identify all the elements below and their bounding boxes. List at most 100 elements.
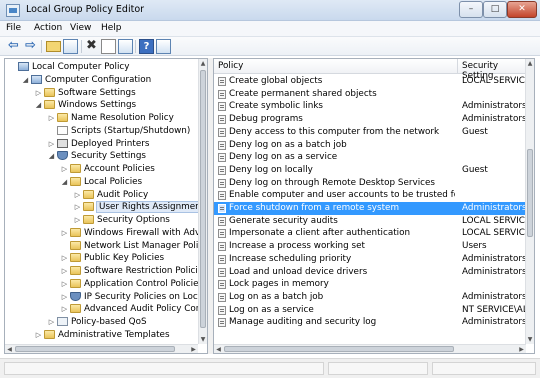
menu-view[interactable]: View (70, 23, 91, 33)
scroll-thumb[interactable] (527, 149, 533, 237)
list-vertical-scrollbar[interactable]: ▲ ▼ (525, 59, 534, 344)
properties-icon[interactable] (101, 39, 116, 54)
expander-arrow-icon[interactable]: ▷ (47, 316, 56, 328)
menu-action[interactable]: Action (34, 23, 62, 33)
expander-arrow-icon[interactable]: ▷ (60, 291, 69, 303)
tree-node[interactable]: ▷ Policy-based QoS (47, 316, 147, 329)
tree-node[interactable]: ▷ Security Options (73, 214, 170, 227)
expander-arrow-icon[interactable]: ▷ (60, 265, 69, 277)
export-list-icon[interactable] (118, 39, 133, 54)
policy-list[interactable]: Policy Security Setting Create global ob… (213, 58, 535, 354)
show-hide-action-pane-icon[interactable] (156, 39, 171, 54)
tree-horizontal-scrollbar[interactable]: ◀ ▶ (5, 344, 198, 353)
minimize-button[interactable]: – (459, 1, 483, 18)
tree-node[interactable]: Local Computer Policy (8, 61, 129, 74)
tree-node[interactable]: ◢ Security Settings (47, 150, 146, 163)
menu-file[interactable]: File (6, 23, 21, 33)
policy-row[interactable]: Create permanent shared objects (214, 88, 526, 101)
tree-node[interactable]: ▷ Software Restriction Policies (60, 265, 207, 278)
expander-arrow-icon[interactable]: ▷ (60, 163, 69, 175)
tree-node[interactable]: ▷ Public Key Policies (60, 252, 164, 265)
tree-node[interactable]: ◢ Computer Configuration (21, 74, 151, 87)
maximize-button[interactable]: □ (483, 1, 507, 18)
scroll-right-icon[interactable]: ▶ (189, 345, 198, 353)
close-button[interactable]: ✕ (507, 1, 537, 18)
tree-node[interactable]: ▷ Windows Firewall with Advance (60, 227, 207, 240)
scroll-right-icon[interactable]: ▶ (517, 345, 526, 353)
policy-row[interactable]: Load and unload device drivers Administra… (214, 266, 526, 279)
policy-row[interactable]: Create symbolic links Administrators (214, 100, 526, 113)
expander-arrow-icon[interactable]: ▷ (34, 87, 43, 99)
show-hide-tree-icon[interactable] (63, 39, 78, 54)
help-icon[interactable]: ? (139, 39, 154, 54)
expander-arrow-icon[interactable]: ▷ (73, 189, 82, 201)
expander-arrow-icon[interactable]: ▷ (47, 112, 56, 124)
scroll-up-icon[interactable]: ▲ (526, 59, 534, 68)
tree-node[interactable]: ▷ Advanced Audit Policy Configu (60, 303, 207, 316)
policy-row[interactable]: Increase scheduling priority Administrato… (214, 253, 526, 266)
security-setting-value: Administrators (462, 101, 526, 112)
policy-row[interactable]: Force shutdown from a remote system Admin… (214, 202, 526, 215)
scroll-up-icon[interactable]: ▲ (199, 59, 207, 68)
expander-arrow-icon[interactable]: ▷ (60, 252, 69, 264)
scroll-left-icon[interactable]: ◀ (214, 345, 223, 353)
policy-row[interactable]: Deny log on as a batch job (214, 139, 526, 152)
expander-arrow-icon[interactable]: ▷ (60, 303, 69, 315)
expander-arrow-icon[interactable]: ▷ (47, 138, 56, 150)
tree-vertical-scrollbar[interactable]: ▲ ▼ (198, 59, 207, 344)
policy-row[interactable]: Deny log on through Remote Desktop Servi… (214, 177, 526, 190)
column-header-policy[interactable]: Policy (218, 61, 243, 71)
tree-node[interactable]: ▷ User Rights Assignment (73, 201, 207, 214)
policy-row[interactable]: Log on as a service NT SERVICE\ALL... (214, 304, 526, 317)
scroll-thumb[interactable] (200, 70, 206, 328)
folder-icon (70, 266, 81, 275)
tree-node[interactable]: Scripts (Startup/Shutdown) (47, 125, 190, 138)
expander-arrow-icon[interactable]: ▷ (60, 227, 69, 239)
policy-row[interactable]: Debug programs Administrators (214, 113, 526, 126)
tree-node[interactable]: ▷ Administrative Templates (34, 329, 170, 342)
policy-row[interactable]: Impersonate a client after authenticatio… (214, 227, 526, 240)
up-folder-icon[interactable] (46, 41, 61, 52)
policy-row[interactable]: Deny log on as a service (214, 151, 526, 164)
scroll-thumb[interactable] (224, 346, 454, 352)
expander-arrow-icon[interactable]: ◢ (60, 176, 69, 188)
tree-node[interactable]: ▷ Audit Policy (73, 189, 148, 202)
tree-node[interactable]: ◢ Local Policies (60, 176, 142, 189)
policy-row[interactable]: Create global objects LOCAL SERVICE,... (214, 75, 526, 88)
menu-help[interactable]: Help (101, 23, 122, 33)
tree-node[interactable]: ▷ Application Control Policies (60, 278, 203, 291)
delete-icon[interactable]: ✖ (84, 39, 99, 54)
tree-node[interactable]: ◢ Windows Settings (34, 99, 136, 112)
back-arrow-icon[interactable]: ⇦ (6, 39, 21, 54)
expander-arrow-icon[interactable]: ▷ (73, 214, 82, 226)
expander-arrow-icon[interactable]: ▷ (73, 201, 82, 213)
policy-row[interactable]: Enable computer and user accounts to be … (214, 189, 526, 202)
column-divider[interactable] (457, 59, 458, 74)
policy-row[interactable]: Deny access to this computer from the ne… (214, 126, 526, 139)
scroll-thumb[interactable] (15, 346, 175, 352)
list-horizontal-scrollbar[interactable]: ◀ ▶ (214, 344, 526, 353)
policy-row[interactable]: Generate security audits LOCAL SERVICE,..… (214, 215, 526, 228)
tree-node[interactable]: ▷ Deployed Printers (47, 138, 149, 151)
policy-row[interactable]: Deny log on locally Guest (214, 164, 526, 177)
policy-row[interactable]: Increase a process working set Users (214, 240, 526, 253)
expander-arrow-icon[interactable]: ▷ (34, 329, 43, 341)
policy-row[interactable]: Log on as a batch job Administrators,B... (214, 291, 526, 304)
expander-arrow-icon[interactable]: ▷ (60, 278, 69, 290)
expander-arrow-icon[interactable]: ◢ (34, 99, 43, 111)
scroll-left-icon[interactable]: ◀ (5, 345, 14, 353)
expander-arrow-icon[interactable]: ◢ (47, 150, 56, 162)
policy-row[interactable]: Lock pages in memory (214, 278, 526, 291)
tree-node[interactable]: ▷ Name Resolution Policy (47, 112, 174, 125)
policy-row[interactable]: Manage auditing and security log Administ… (214, 316, 526, 329)
scroll-down-icon[interactable]: ▼ (199, 335, 207, 344)
tree-node[interactable]: Network List Manager Policies (60, 240, 207, 253)
policy-setting-icon (218, 127, 226, 137)
forward-arrow-icon[interactable]: ⇨ (23, 39, 38, 54)
tree-node[interactable]: ▷ Software Settings (34, 87, 136, 100)
console-tree[interactable]: Local Computer Policy ◢ Computer Configura… (4, 58, 208, 354)
tree-node[interactable]: ▷ Account Policies (60, 163, 155, 176)
tree-node[interactable]: ▷ IP Security Policies on Local Co (60, 291, 207, 304)
expander-arrow-icon[interactable]: ◢ (21, 74, 30, 86)
scroll-down-icon[interactable]: ▼ (526, 335, 534, 344)
